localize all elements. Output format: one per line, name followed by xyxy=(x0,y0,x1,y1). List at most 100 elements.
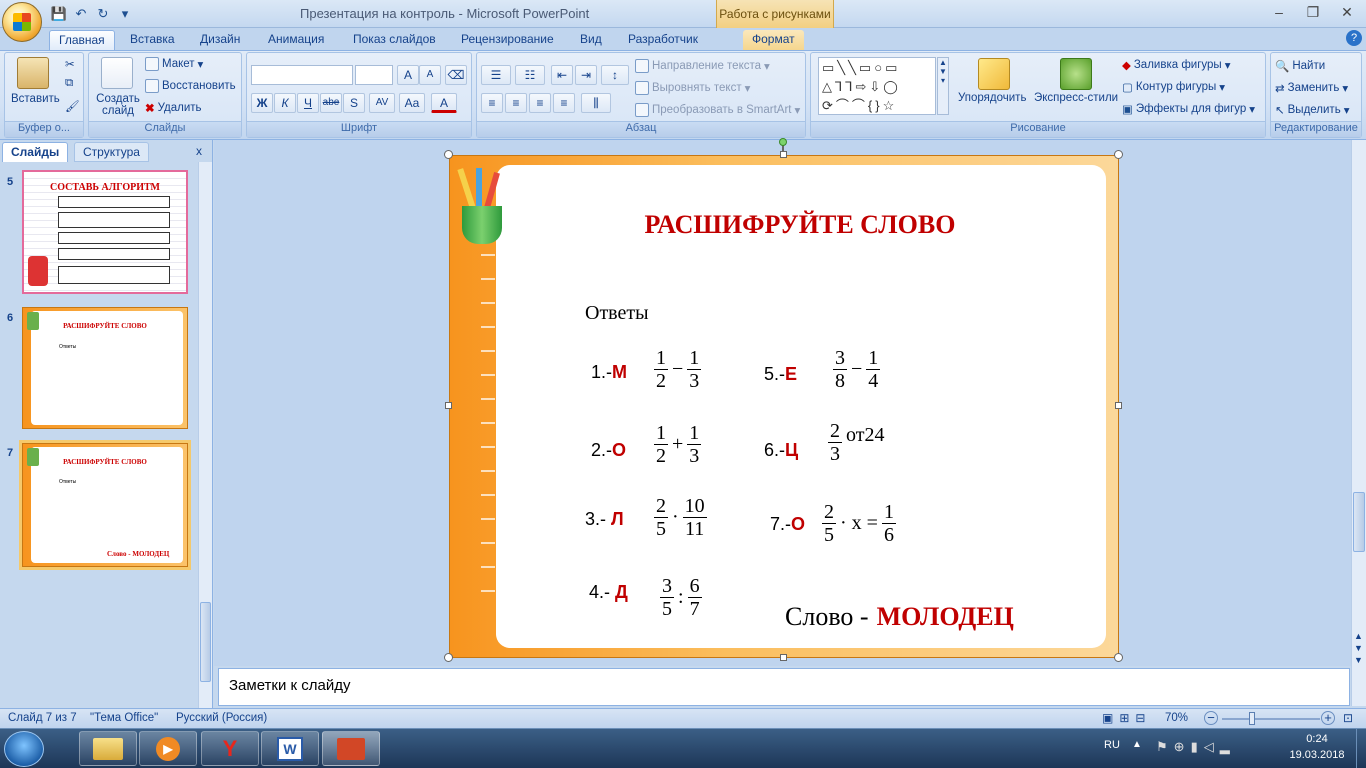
decrease-indent-icon[interactable]: ⇤ xyxy=(551,65,573,85)
selection-handle[interactable] xyxy=(1114,150,1123,159)
tab-format[interactable]: Формат xyxy=(743,30,804,50)
notes-field[interactable]: Заметки к слайду xyxy=(218,668,1350,706)
selection-handle[interactable] xyxy=(444,150,453,159)
signal-icon[interactable]: ▂ xyxy=(1220,739,1236,754)
network-icon[interactable]: ⊕ xyxy=(1174,739,1191,754)
underline-button[interactable]: Ч xyxy=(297,93,319,113)
delete-slide-button[interactable]: ✖ Удалить xyxy=(145,101,202,115)
answers-label[interactable]: Ответы xyxy=(585,302,649,325)
minimize-button[interactable]: – xyxy=(1266,4,1292,22)
slide-title[interactable]: РАСШИФРУЙТЕ СЛОВО xyxy=(560,210,1040,240)
zoom-level[interactable]: 70% xyxy=(1165,712,1188,724)
rotate-handle[interactable] xyxy=(779,138,787,146)
tray-expand-icon[interactable]: ▲ xyxy=(1132,739,1142,750)
volume-icon[interactable]: ◁ xyxy=(1204,739,1220,754)
tab-animation[interactable]: Анимация xyxy=(259,30,333,50)
columns-icon[interactable]: ⫼ xyxy=(581,93,611,113)
taskbar-yandex-icon[interactable]: Y xyxy=(201,731,259,766)
clock-time[interactable]: 0:24 xyxy=(1294,733,1340,745)
font-size-combo[interactable] xyxy=(355,65,393,85)
cut-icon[interactable]: ✂ xyxy=(65,57,75,71)
numbering-icon[interactable]: ☷ xyxy=(515,65,545,85)
tab-slides[interactable]: Слайды xyxy=(2,142,69,162)
change-case-button[interactable]: Aa xyxy=(399,93,425,113)
taskbar-explorer-icon[interactable] xyxy=(79,731,137,766)
close-button[interactable]: ✕ xyxy=(1334,4,1360,22)
find-button[interactable]: 🔍 Найти xyxy=(1275,59,1325,73)
scroll-thumb[interactable] xyxy=(1353,492,1365,552)
select-button[interactable]: ↖ Выделить ▾ xyxy=(1275,103,1349,117)
help-icon[interactable]: ? xyxy=(1346,30,1362,46)
arrange-button[interactable]: Упорядочить xyxy=(958,92,1026,104)
prev-next-slide-icon[interactable]: ▲ ▼ ▼ xyxy=(1354,630,1363,666)
zoom-out-icon[interactable]: − xyxy=(1204,711,1218,725)
selection-handle[interactable] xyxy=(780,654,787,661)
slide-thumbnail-5[interactable]: СОСТАВЬ АЛГОРИТМ xyxy=(22,170,188,294)
tab-developer[interactable]: Разработчик xyxy=(619,30,707,50)
customize-qat-icon[interactable]: ▾ xyxy=(116,5,134,23)
align-left-icon[interactable]: ≡ xyxy=(481,93,503,113)
tab-insert[interactable]: Вставка xyxy=(121,30,184,50)
selection-handle[interactable] xyxy=(1114,653,1123,662)
normal-view-icon[interactable]: ▣ xyxy=(1102,711,1119,725)
tab-design[interactable]: Дизайн xyxy=(191,30,249,50)
taskbar-word-icon[interactable]: W xyxy=(261,731,319,766)
tab-view[interactable]: Вид xyxy=(571,30,611,50)
undo-icon[interactable]: ↶ xyxy=(72,5,90,23)
quick-styles-button[interactable]: Экспресс-стили xyxy=(1034,92,1118,104)
bullets-icon[interactable]: ☰ xyxy=(481,65,511,85)
tab-home[interactable]: Главная xyxy=(49,30,115,50)
align-right-icon[interactable]: ≡ xyxy=(529,93,551,113)
copy-icon[interactable]: ⧉ xyxy=(65,77,73,90)
language[interactable]: Русский (Россия) xyxy=(176,712,267,724)
italic-button[interactable]: К xyxy=(274,93,296,113)
save-icon[interactable]: 💾 xyxy=(50,5,68,23)
reset-button[interactable]: Восстановить xyxy=(145,79,236,93)
new-slide-button[interactable]: Создать слайд xyxy=(95,93,141,117)
font-color-button[interactable]: A xyxy=(431,93,457,113)
clock-date[interactable]: 19.03.2018 xyxy=(1284,749,1350,761)
slides-pane-scrollbar[interactable] xyxy=(198,162,212,708)
shadow-button[interactable]: S xyxy=(343,93,365,113)
strikethrough-button[interactable]: abe xyxy=(320,93,342,113)
tray-icons[interactable]: ⚑⊕▮◁▂ xyxy=(1156,739,1236,755)
fit-to-window-icon[interactable]: ⊡ xyxy=(1343,711,1353,725)
taskbar-media-player-icon[interactable]: ▶ xyxy=(139,731,197,766)
shape-effects-button[interactable]: ▣ Эффекты для фигур ▾ xyxy=(1122,102,1255,116)
flag-icon[interactable]: ⚑ xyxy=(1156,739,1174,754)
format-painter-icon[interactable]: 🖌 xyxy=(65,99,80,113)
editor-scrollbar[interactable]: ▲ ▼ ▼ xyxy=(1351,140,1366,706)
tab-outline[interactable]: Структура xyxy=(74,142,149,162)
layout-button[interactable]: Макет ▾ xyxy=(145,57,203,71)
tab-slideshow[interactable]: Показ слайдов xyxy=(344,30,445,50)
shrink-font-button[interactable]: A xyxy=(419,65,441,85)
battery-icon[interactable]: ▮ xyxy=(1191,739,1204,754)
slideshow-view-icon[interactable]: ⊟ xyxy=(1135,711,1151,725)
selection-handle[interactable] xyxy=(780,151,787,158)
slide-thumbnail-7[interactable]: РАСШИФРУЙТЕ СЛОВО Ответы Слово - МОЛОДЕЦ xyxy=(19,440,191,570)
selection-handle[interactable] xyxy=(445,402,452,409)
shape-fill-button[interactable]: ◆ Заливка фигуры ▾ xyxy=(1122,58,1230,72)
scroll-thumb[interactable] xyxy=(200,602,211,682)
zoom-slider-thumb[interactable] xyxy=(1249,712,1255,725)
align-center-icon[interactable]: ≡ xyxy=(505,93,527,113)
shapes-more-icon[interactable]: ▲ ▼ ▾ xyxy=(937,57,949,115)
shape-outline-button[interactable]: ▢ Контур фигуры ▾ xyxy=(1122,80,1225,94)
bold-button[interactable]: Ж xyxy=(251,93,273,113)
smartart-button[interactable]: Преобразовать в SmartArt ▾ xyxy=(635,103,800,117)
restore-button[interactable]: ❐ xyxy=(1300,4,1326,22)
answer-word[interactable]: Слово - МОЛОДЕЦ xyxy=(785,602,1014,632)
shapes-gallery[interactable]: ▭╲╲▭○▭ △⅂⅂⇨⇩◯ ⟳⌒⌒{}☆ xyxy=(818,57,936,115)
sorter-view-icon[interactable]: ⊞ xyxy=(1119,711,1135,725)
justify-icon[interactable]: ≡ xyxy=(553,93,575,113)
zoom-in-icon[interactable]: + xyxy=(1321,711,1335,725)
close-pane-icon[interactable]: x xyxy=(196,144,202,158)
char-spacing-button[interactable]: AV xyxy=(369,93,395,113)
clear-format-icon[interactable]: ⌫ xyxy=(445,65,467,85)
office-button[interactable] xyxy=(2,2,42,42)
zoom-slider[interactable] xyxy=(1222,718,1320,720)
grow-font-button[interactable]: A xyxy=(397,65,419,85)
selection-handle[interactable] xyxy=(444,653,453,662)
taskbar-powerpoint-icon[interactable] xyxy=(322,731,380,766)
paste-button[interactable]: Вставить xyxy=(11,93,60,105)
